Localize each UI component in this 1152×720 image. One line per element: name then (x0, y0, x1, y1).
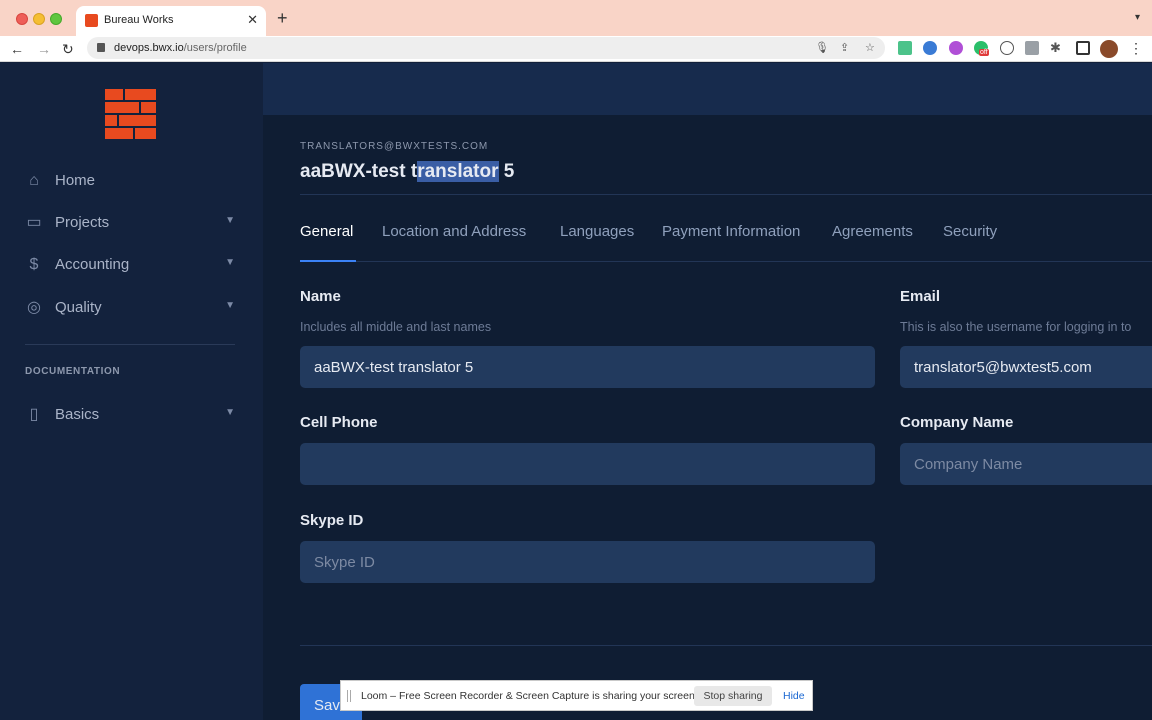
tab-title: Bureau Works (104, 14, 174, 26)
top-header-band (263, 63, 1152, 115)
avatar[interactable] (1100, 40, 1118, 58)
name-label: Name (300, 288, 341, 305)
tab-location-and-address[interactable]: Location and Address (382, 223, 526, 240)
skype-id-label: Skype ID (300, 512, 364, 529)
company-name-field[interactable] (900, 443, 1152, 485)
share-icon[interactable]: ⇪ (840, 41, 849, 54)
browser-toolbar: ← → ↻ devops.bwx.io/users/profile 🎙 ⇪ ☆ … (0, 36, 1152, 62)
screen-sharing-bar: Loom – Free Screen Recorder & Screen Cap… (340, 680, 813, 711)
home-icon: ⌂ (29, 172, 39, 189)
section-label-documentation: DOCUMENTATION (25, 366, 121, 377)
sidebar-item-basics[interactable]: ▯ Basics ▼ (25, 403, 240, 429)
mic-icon[interactable]: 🎙 (815, 41, 829, 54)
drag-handle-icon[interactable] (347, 690, 351, 702)
stop-sharing-button[interactable]: Stop sharing (694, 686, 772, 706)
company-name-label: Company Name (900, 414, 1014, 431)
screen-sharing-message: Loom – Free Screen Recorder & Screen Cap… (361, 690, 698, 702)
new-tab-icon[interactable]: + (277, 8, 288, 28)
chevron-down-icon: ▼ (225, 257, 235, 268)
browser-tab-bar: Bureau Works ✕ + ▾ (0, 0, 1152, 36)
tab-languages[interactable]: Languages (560, 223, 634, 240)
compass-icon: ◎ (27, 299, 41, 316)
tab-agreements[interactable]: Agreements (832, 223, 913, 240)
maximize-window-button[interactable] (50, 13, 62, 25)
name-field[interactable] (300, 346, 875, 388)
hide-button[interactable]: Hide (783, 690, 805, 702)
extension-color-icon[interactable] (949, 41, 963, 55)
minimize-window-button[interactable] (33, 13, 45, 25)
name-help-text: Includes all middle and last names (300, 320, 492, 334)
back-icon[interactable]: ← (10, 40, 24, 58)
lock-icon (97, 43, 105, 52)
extension-smiley-icon[interactable] (1000, 41, 1014, 55)
selected-text: ranslator (417, 161, 499, 182)
sidebar-item-quality[interactable]: ◎ Quality ▼ (25, 296, 240, 322)
browser-tab[interactable]: Bureau Works ✕ (76, 6, 266, 36)
tabs-divider (300, 261, 1152, 262)
sidebar-item-label: Basics (55, 406, 100, 423)
url-text: devops.bwx.io/users/profile (114, 42, 247, 54)
page-title: aaBWX-test translator 5 (300, 161, 515, 182)
extension-vue-icon[interactable] (898, 41, 912, 55)
clipboard-icon: ▯ (29, 406, 39, 423)
tab-payment-information[interactable]: Payment Information (662, 223, 800, 240)
tab-search-chevron-icon[interactable]: ▾ (1135, 12, 1140, 23)
star-icon[interactable]: ☆ (865, 41, 875, 54)
main-content: TRANSLATORS@BWXTESTS.COM aaBWX-test tran… (263, 115, 1152, 720)
reload-icon[interactable]: ↻ (62, 40, 74, 58)
sidebar-item-label: Quality (55, 299, 102, 316)
sidebar-icon[interactable] (1076, 41, 1090, 55)
extensions-icon[interactable]: ✱ (1050, 40, 1061, 56)
close-window-button[interactable] (16, 13, 28, 25)
tab-general[interactable]: General (300, 223, 353, 240)
email-help-text: This is also the username for logging in… (900, 320, 1132, 334)
extension-badge: off (979, 49, 989, 56)
menu-icon[interactable]: ⋮ (1129, 40, 1143, 57)
email-field[interactable] (900, 346, 1152, 388)
chevron-down-icon: ▼ (225, 215, 235, 226)
sidebar-item-label: Home (55, 172, 96, 189)
extension-screenshot-icon[interactable] (1025, 41, 1039, 55)
chevron-down-icon: ▼ (225, 407, 235, 418)
sidebar-item-label: Accounting (55, 256, 130, 273)
sidebar-divider (25, 344, 235, 345)
user-email-caption: TRANSLATORS@BWXTESTS.COM (300, 141, 489, 152)
cell-phone-field[interactable] (300, 443, 875, 485)
form-divider (300, 645, 1152, 646)
bureau-works-favicon-icon (85, 14, 98, 27)
folder-icon: ▭ (26, 214, 42, 231)
sidebar-item-home[interactable]: ⌂ Home (25, 169, 240, 195)
active-tab-indicator (300, 260, 356, 262)
email-label: Email (900, 288, 941, 305)
sidebar: ⌂ Home ▭ Projects ▼ $ Accounting ▼ ◎ Qua… (0, 63, 263, 720)
chevron-down-icon: ▼ (225, 300, 235, 311)
forward-icon[interactable]: → (37, 40, 51, 58)
sidebar-item-projects[interactable]: ▭ Projects ▼ (25, 211, 240, 237)
sidebar-item-accounting[interactable]: $ Accounting ▼ (25, 253, 240, 279)
tab-security[interactable]: Security (943, 223, 997, 240)
skype-id-field[interactable] (300, 541, 875, 583)
cell-phone-label: Cell Phone (300, 414, 378, 431)
address-bar[interactable]: devops.bwx.io/users/profile 🎙 ⇪ ☆ (87, 37, 885, 59)
header-divider (300, 194, 1152, 195)
extension-password-icon[interactable] (923, 41, 937, 55)
close-tab-icon[interactable]: ✕ (247, 12, 258, 28)
dollar-icon: $ (29, 256, 39, 273)
bureau-works-logo[interactable] (105, 89, 156, 139)
extension-loom-icon[interactable]: off (974, 41, 989, 56)
sidebar-item-label: Projects (55, 214, 110, 231)
